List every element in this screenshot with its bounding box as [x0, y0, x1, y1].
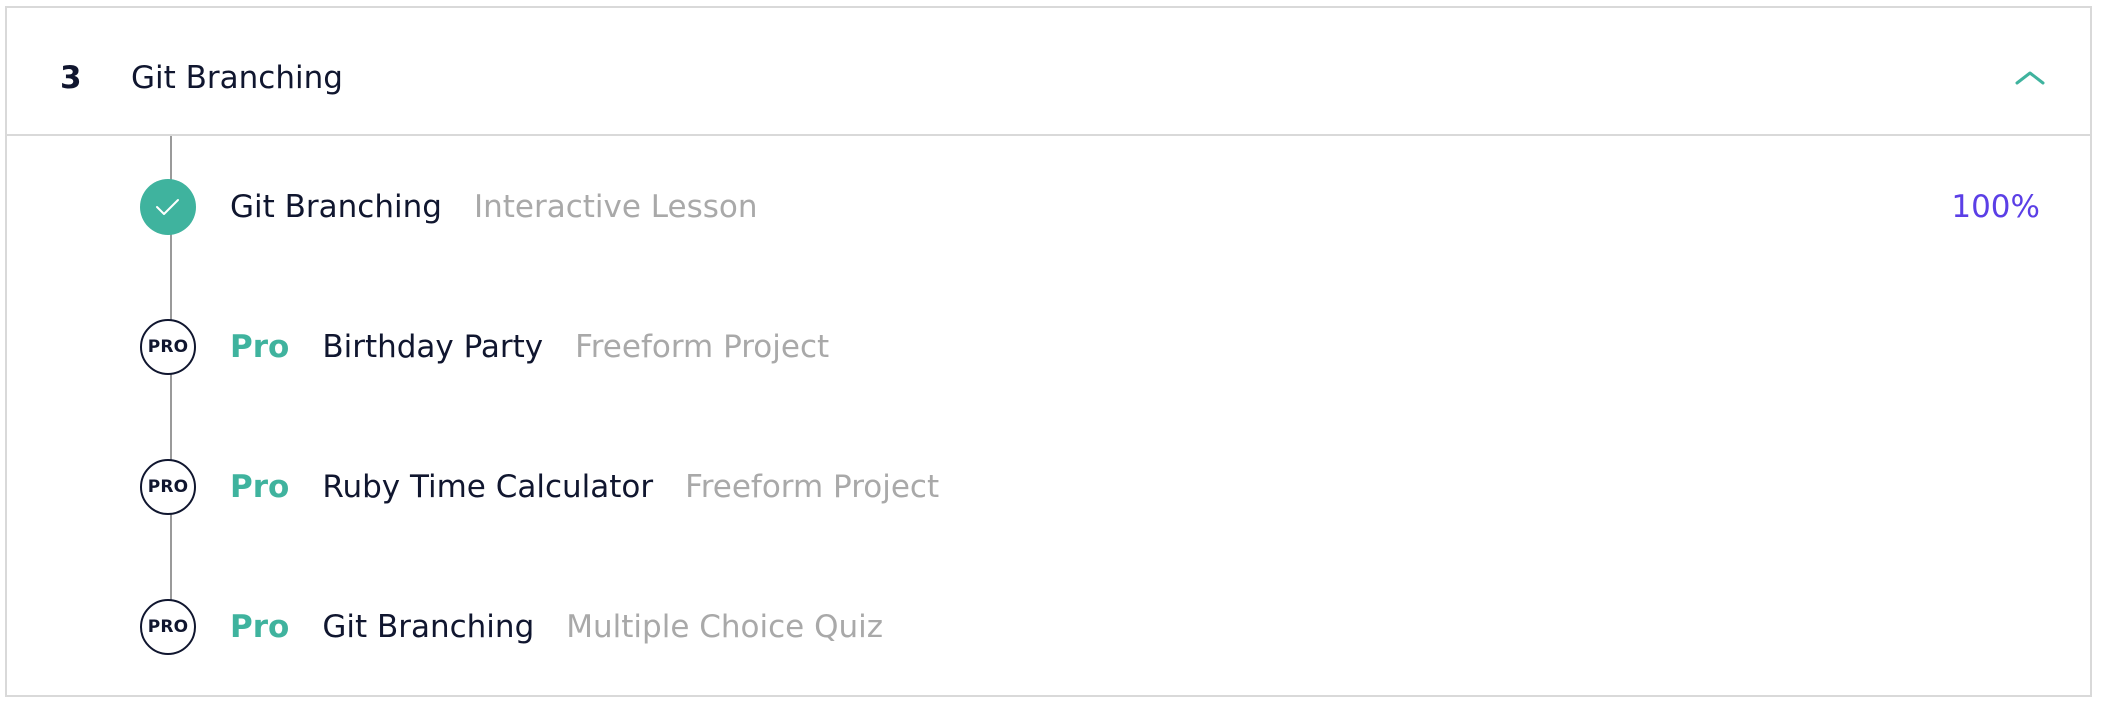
item-type: Multiple Choice Quiz [566, 609, 884, 645]
item-title: Birthday Party [322, 329, 544, 365]
list-item[interactable]: Git Branching Interactive Lesson 100% [140, 172, 2040, 242]
pro-label: Pro [230, 609, 290, 645]
item-type: Interactive Lesson [473, 189, 758, 225]
module-title: Git Branching [131, 60, 343, 96]
pro-badge: PRO [140, 599, 196, 655]
item-type: Freeform Project [575, 329, 830, 365]
pro-label: Pro [230, 329, 290, 365]
pro-badge: PRO [140, 319, 196, 375]
pro-label: Pro [230, 469, 290, 505]
list-item[interactable]: PRO Pro Git Branching Multiple Choice Qu… [140, 592, 2040, 662]
item-type: Freeform Project [685, 469, 940, 505]
item-title: Git Branching [322, 609, 535, 645]
module-header[interactable]: 3 Git Branching [5, 8, 2092, 136]
checkmark-icon [156, 199, 179, 215]
module-bottom-divider [5, 695, 2092, 697]
list-item[interactable]: PRO Pro Ruby Time Calculator Freeform Pr… [140, 452, 2040, 522]
module-number: 3 [60, 60, 82, 96]
pro-badge: PRO [140, 459, 196, 515]
item-title: Ruby Time Calculator [322, 469, 654, 505]
completed-status [140, 179, 196, 235]
item-title: Git Branching [230, 189, 442, 225]
progress-percent: 100% [1951, 189, 2040, 225]
chevron-up-icon[interactable] [2010, 62, 2050, 92]
list-item[interactable]: PRO Pro Birthday Party Freeform Project [140, 312, 2040, 382]
